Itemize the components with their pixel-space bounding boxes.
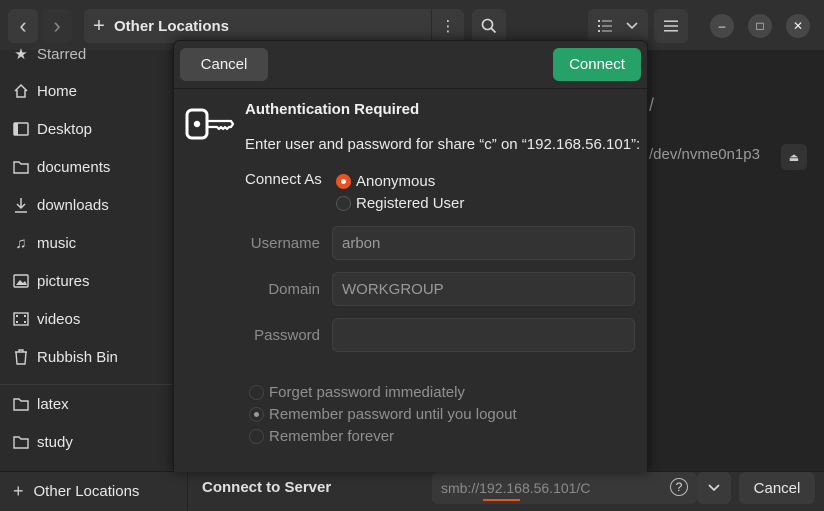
key-icon <box>185 108 235 140</box>
sidebar-item-label: Home <box>37 82 78 100</box>
sidebar-item-rubbish-bin[interactable]: Rubbish Bin <box>0 339 187 375</box>
dialog-connect-button[interactable]: Connect <box>553 48 641 81</box>
sidebar-item-home[interactable]: Home <box>0 73 187 109</box>
picture-icon <box>12 272 30 290</box>
radio-registered-user[interactable]: Registered User <box>336 195 464 212</box>
domain-value: WORKGROUP <box>342 280 444 298</box>
radio-remember-forever[interactable]: Remember forever <box>249 428 394 445</box>
sidebar-item-label: Rubbish Bin <box>37 348 118 366</box>
sidebar-item-latex[interactable]: latex <box>0 386 187 422</box>
cancel-connect-button[interactable]: Cancel <box>739 472 815 504</box>
desktop-icon <box>12 120 30 138</box>
video-icon <box>12 310 30 328</box>
authentication-dialog: Cancel Connect Authentication Required E… <box>173 40 648 472</box>
home-icon <box>12 82 30 100</box>
plus-icon: + <box>93 14 105 37</box>
trash-icon <box>12 348 30 366</box>
radio-selected-indicator <box>336 174 351 189</box>
music-icon: ♫ <box>15 234 27 252</box>
sidebar-item-label: Starred <box>37 45 87 63</box>
sidebar: ★ Starred Home Desktop documents downloa… <box>0 46 187 511</box>
sidebar-divider <box>0 384 187 385</box>
username-value: arbon <box>342 234 381 252</box>
search-button[interactable] <box>472 9 506 43</box>
radio-label: Registered User <box>356 195 465 212</box>
dialog-title: Authentication Required <box>245 101 420 118</box>
sidebar-item-label: latex <box>37 395 69 413</box>
root-path-label: / <box>649 95 655 115</box>
maximize-icon: □ <box>756 19 764 33</box>
dialog-cancel-button[interactable]: Cancel <box>180 48 268 81</box>
sidebar-item-label: videos <box>37 310 81 328</box>
view-toggle-group[interactable] <box>588 9 648 43</box>
radio-label: Remember forever <box>269 428 395 445</box>
radio-label: Forget password immediately <box>269 384 465 401</box>
sidebar-item-other-locations[interactable]: + Other Locations <box>0 471 187 511</box>
close-button[interactable]: ✕ <box>786 14 810 38</box>
eject-icon: ⏏ <box>788 151 800 164</box>
sidebar-item-label: music <box>37 234 77 252</box>
radio-remember-until-logout[interactable]: Remember password until you logout <box>249 406 517 423</box>
folder-icon <box>12 158 30 176</box>
connection-progress-indicator <box>483 499 520 501</box>
location-title: Other Locations <box>114 17 230 35</box>
device-path-label: /dev/nvme0n1p3 <box>649 146 760 163</box>
close-icon: ✕ <box>792 19 804 33</box>
password-label: Password <box>254 327 320 344</box>
domain-label: Domain <box>268 281 320 298</box>
radio-unselected-indicator <box>249 429 264 444</box>
search-icon <box>481 18 497 34</box>
radio-label: Remember password until you logout <box>269 406 517 423</box>
server-address-value: smb://192.168.56.101/C <box>441 480 591 496</box>
list-view-icon[interactable] <box>598 20 612 32</box>
radio-label: Anonymous <box>356 173 436 190</box>
sidebar-item-pictures[interactable]: pictures <box>0 263 187 299</box>
kebab-menu-icon[interactable]: ⋮ <box>432 9 464 43</box>
dialog-body: Authentication Required Enter user and p… <box>174 89 647 472</box>
maximize-button[interactable]: □ <box>748 14 772 38</box>
sidebar-item-study[interactable]: study <box>0 424 187 460</box>
sidebar-item-documents[interactable]: documents <box>0 149 187 185</box>
connect-to-server-bar: Connect to Server smb://192.168.56.101/C… <box>188 471 824 511</box>
username-label: Username <box>250 235 320 252</box>
password-field[interactable] <box>332 318 635 352</box>
chevron-down-icon <box>708 484 720 492</box>
username-field[interactable]: arbon <box>332 226 635 260</box>
radio-anonymous[interactable]: Anonymous <box>336 173 435 190</box>
sidebar-item-desktop[interactable]: Desktop <box>0 111 187 147</box>
sidebar-item-music[interactable]: ♫ music <box>0 225 187 261</box>
dialog-header: Cancel Connect <box>174 41 647 89</box>
help-icon[interactable]: ? <box>670 478 688 496</box>
sidebar-item-label: pictures <box>37 272 90 290</box>
folder-icon <box>12 395 30 413</box>
connect-as-label: Connect As <box>245 171 322 188</box>
sidebar-item-label: Other Locations <box>33 483 140 500</box>
sidebar-item-videos[interactable]: videos <box>0 301 187 337</box>
chevron-down-icon[interactable] <box>626 22 638 30</box>
folder-icon <box>12 433 30 451</box>
download-icon <box>12 196 30 214</box>
radio-forget-password[interactable]: Forget password immediately <box>249 384 465 401</box>
radio-selected-indicator <box>249 407 264 422</box>
minimize-button[interactable]: – <box>710 14 734 38</box>
domain-field[interactable]: WORKGROUP <box>332 272 635 306</box>
minimize-icon: – <box>718 19 726 33</box>
sidebar-item-label: study <box>37 433 73 451</box>
radio-unselected-indicator <box>336 196 351 211</box>
eject-button[interactable]: ⏏ <box>781 144 807 170</box>
star-icon: ★ <box>14 46 28 63</box>
hamburger-menu-icon <box>664 20 678 32</box>
dialog-message: Enter user and password for share “c” on… <box>245 136 641 153</box>
connect-to-server-label: Connect to Server <box>202 479 332 496</box>
sidebar-item-label: documents <box>37 158 111 176</box>
server-address-input[interactable]: smb://192.168.56.101/C <box>432 472 697 504</box>
sidebar-item-downloads[interactable]: downloads <box>0 187 187 223</box>
plus-icon: + <box>13 481 24 501</box>
radio-unselected-indicator <box>249 385 264 400</box>
sidebar-item-starred[interactable]: ★ Starred <box>0 36 187 72</box>
sidebar-item-label: downloads <box>37 196 109 214</box>
sidebar-item-label: Desktop <box>37 120 93 138</box>
main-menu-button[interactable] <box>654 9 688 43</box>
recent-servers-dropdown[interactable] <box>697 472 731 504</box>
